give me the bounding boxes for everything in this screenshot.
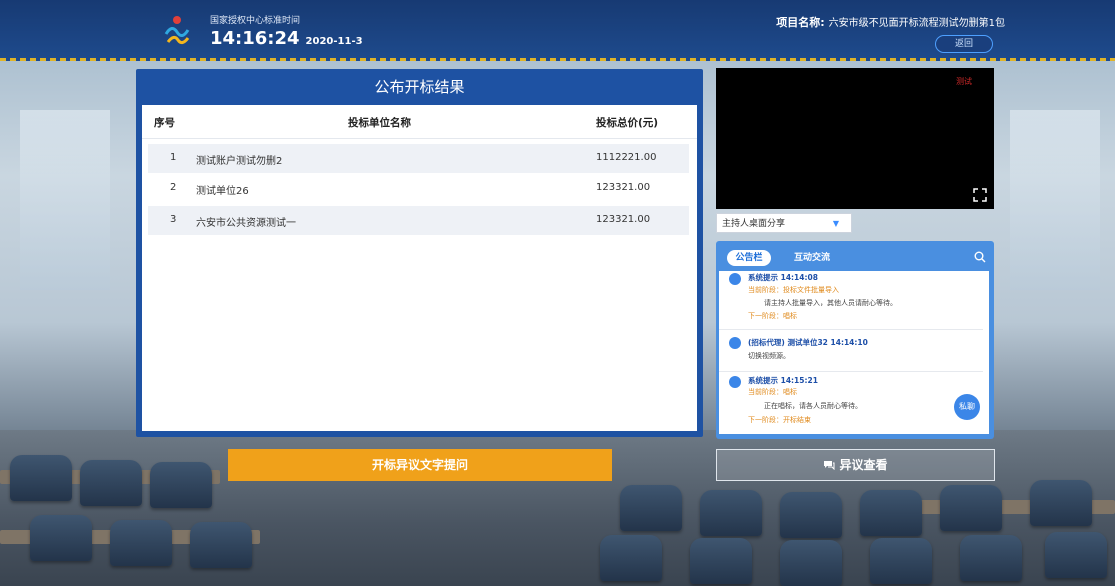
time-source-label: 国家授权中心标准时间 [210, 16, 301, 26]
view-objection-button[interactable]: 异议查看 [716, 449, 995, 481]
background-seat [700, 490, 762, 536]
row-bidder: 六安市公共资源测试一 [196, 218, 296, 229]
table-row: 2 测试单位26 123321.00 [148, 174, 689, 203]
project-name: 六安市级不见面开标流程测试勿删第1包 [828, 18, 1005, 29]
row-price: 1112221.00 [596, 152, 657, 163]
header-divider [0, 58, 1115, 61]
row-index: 2 [170, 182, 177, 193]
private-chat-button[interactable]: 私聊 [954, 394, 980, 420]
background-seat [860, 490, 922, 536]
background-window [20, 110, 110, 290]
background-seat [780, 492, 842, 538]
video-tag: 测试 [956, 77, 972, 86]
chat-bubble-icon [824, 461, 835, 470]
message-text: 正在唱标，请各人员耐心等待。 [764, 402, 862, 410]
project-info: 项目名称: 六安市级不见面开标流程测试勿删第1包 [776, 14, 1005, 30]
background-seat [690, 538, 752, 584]
row-index: 1 [170, 152, 177, 163]
standard-clock: 14:16:24 2020-11-3 [210, 28, 363, 49]
message-header: 系统提示 14:14:08 [748, 273, 818, 282]
table-row: 3 六安市公共资源测试一 123321.00 [148, 206, 689, 235]
background-seat [30, 515, 92, 561]
background-seat [870, 538, 932, 584]
message-text: 请主持人批量导入，其他人员请耐心等待。 [764, 299, 897, 307]
message-list[interactable]: 系统提示 14:14:08 当前阶段：投标文件批量导入 请主持人批量导入，其他人… [719, 271, 989, 434]
user-avatar-icon [729, 273, 741, 285]
search-icon[interactable] [974, 251, 986, 263]
column-header-price: 投标总价(元) [596, 117, 659, 129]
fullscreen-icon[interactable] [973, 188, 987, 202]
column-header-index: 序号 [154, 117, 175, 129]
view-objection-label: 异议查看 [839, 458, 888, 472]
results-table: 序号 投标单位名称 投标总价(元) 1 测试账户测试勿删2 1112221.00… [142, 105, 697, 431]
list-item: (招标代理) 测试单位32 14:14:10 切换视频源。 [719, 333, 983, 372]
background-seat [600, 535, 662, 581]
top-bar: 国家授权中心标准时间 14:16:24 2020-11-3 项目名称: 六安市级不见… [0, 0, 1115, 58]
video-player[interactable]: 测试 [716, 68, 994, 209]
background-seat [10, 455, 72, 501]
message-stage: 当前阶段：投标文件批量导入 [748, 286, 839, 294]
message-next-stage: 下一阶段：开标结束 [748, 416, 811, 424]
background-seat [940, 485, 1002, 531]
tab-interaction[interactable]: 互动交流 [794, 250, 830, 266]
message-header: (招标代理) 测试单位32 14:14:10 [748, 338, 868, 347]
back-button[interactable]: 返回 [935, 35, 993, 53]
clock-time: 14:16:24 [210, 28, 300, 49]
row-bidder: 测试单位26 [196, 186, 249, 197]
row-price: 123321.00 [596, 214, 651, 225]
clock-date: 2020-11-3 [305, 36, 363, 47]
row-bidder: 测试账户测试勿删2 [196, 156, 283, 167]
background-seat [150, 462, 212, 508]
row-index: 3 [170, 214, 177, 225]
panel-title: 公布开标结果 [374, 78, 465, 96]
chat-panel: 公告栏 互动交流 系统提示 14:14:08 当前阶段：投标文件批量导入 请主持… [716, 241, 994, 439]
background-seat [960, 535, 1022, 581]
row-price: 123321.00 [596, 182, 651, 193]
background-seat [1045, 532, 1107, 578]
background-seat [780, 540, 842, 586]
objection-question-button[interactable]: 开标异议文字提问 [228, 449, 612, 481]
background-seat [620, 485, 682, 531]
message-next-stage: 下一阶段：唱标 [748, 312, 797, 320]
list-item: 系统提示 14:15:21 当前阶段：唱标 正在唱标，请各人员耐心等待。 下一阶… [719, 374, 983, 434]
bid-results-panel: 公布开标结果 序号 投标单位名称 投标总价(元) 1 测试账户测试勿删2 111… [136, 69, 703, 437]
user-avatar-icon [729, 337, 741, 349]
background-seat [80, 460, 142, 506]
message-header: 系统提示 14:15:21 [748, 376, 818, 385]
user-avatar-icon [729, 376, 741, 388]
chevron-down-icon: ▼ [832, 219, 839, 228]
table-header: 序号 投标单位名称 投标总价(元) [142, 105, 697, 139]
background-seat [1030, 480, 1092, 526]
column-header-bidder: 投标单位名称 [348, 117, 411, 129]
screen-share-select[interactable]: 主持人桌面分享 ▼ [716, 213, 852, 233]
screen-share-value: 主持人桌面分享 [722, 219, 786, 229]
project-label: 项目名称: [776, 16, 825, 29]
message-text: 切换视频源。 [748, 352, 790, 360]
background-seat [190, 522, 252, 568]
background-seat [110, 520, 172, 566]
logo-icon [164, 16, 190, 45]
tab-notice-board[interactable]: 公告栏 [727, 250, 771, 266]
list-item: 系统提示 14:14:08 当前阶段：投标文件批量导入 请主持人批量导入，其他人… [719, 271, 983, 330]
message-stage: 当前阶段：唱标 [748, 388, 797, 396]
table-row: 1 测试账户测试勿删2 1112221.00 [148, 144, 689, 173]
background-window [1010, 110, 1100, 290]
